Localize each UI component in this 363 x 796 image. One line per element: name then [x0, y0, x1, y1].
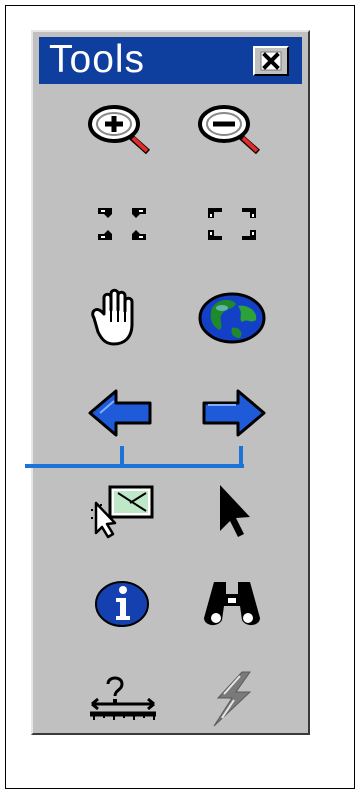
annotation-bracket — [25, 446, 244, 468]
